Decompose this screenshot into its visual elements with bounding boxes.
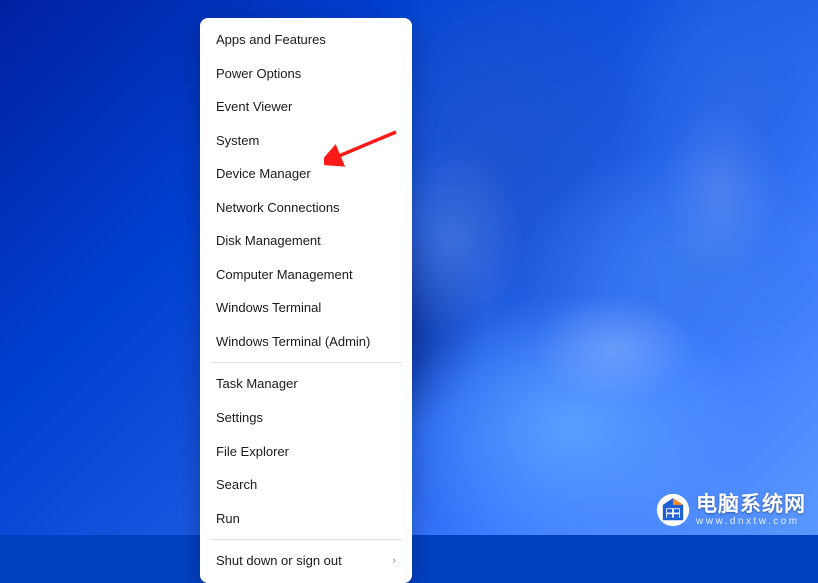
chevron-right-icon: › [392, 554, 396, 569]
menu-item-apps-features[interactable]: Apps and Features [200, 23, 412, 57]
menu-item-label: Device Manager [216, 165, 311, 183]
menu-item-label: Power Options [216, 65, 301, 83]
menu-item-label: Shut down or sign out [216, 552, 342, 570]
menu-item-windows-terminal-admin[interactable]: Windows Terminal (Admin) [200, 325, 412, 359]
menu-item-label: Task Manager [216, 375, 298, 393]
menu-item-label: Network Connections [216, 199, 340, 217]
menu-item-settings[interactable]: Settings [200, 401, 412, 435]
watermark-logo-icon [656, 493, 690, 527]
menu-item-label: Apps and Features [216, 31, 326, 49]
menu-item-windows-terminal[interactable]: Windows Terminal [200, 291, 412, 325]
menu-item-label: Computer Management [216, 266, 353, 284]
menu-separator [210, 539, 402, 540]
menu-item-label: System [216, 132, 259, 150]
menu-item-event-viewer[interactable]: Event Viewer [200, 90, 412, 124]
menu-item-shutdown[interactable]: Shut down or sign out › [200, 544, 412, 578]
watermark-title: 电脑系统网 [696, 494, 806, 515]
winx-context-menu: Apps and Features Power Options Event View… [200, 18, 412, 583]
watermark-url: www.dnxtw.com [696, 517, 806, 527]
menu-item-device-manager[interactable]: Device Manager [200, 157, 412, 191]
menu-item-file-explorer[interactable]: File Explorer [200, 435, 412, 469]
menu-item-label: Windows Terminal (Admin) [216, 333, 370, 351]
menu-item-disk-management[interactable]: Disk Management [200, 224, 412, 258]
menu-item-system[interactable]: System [200, 124, 412, 158]
menu-item-computer-management[interactable]: Computer Management [200, 258, 412, 292]
menu-item-label: Settings [216, 409, 263, 427]
menu-item-run[interactable]: Run [200, 502, 412, 536]
menu-item-label: Windows Terminal [216, 299, 321, 317]
menu-item-label: Event Viewer [216, 98, 292, 116]
menu-item-label: Disk Management [216, 232, 321, 250]
watermark: 电脑系统网 www.dnxtw.com [656, 493, 806, 527]
menu-item-search[interactable]: Search [200, 468, 412, 502]
menu-item-label: Search [216, 476, 257, 494]
menu-item-network-connections[interactable]: Network Connections [200, 191, 412, 225]
menu-item-label: Run [216, 510, 240, 528]
menu-separator [210, 362, 402, 363]
menu-item-label: File Explorer [216, 443, 289, 461]
menu-item-power-options[interactable]: Power Options [200, 57, 412, 91]
menu-item-task-manager[interactable]: Task Manager [200, 367, 412, 401]
